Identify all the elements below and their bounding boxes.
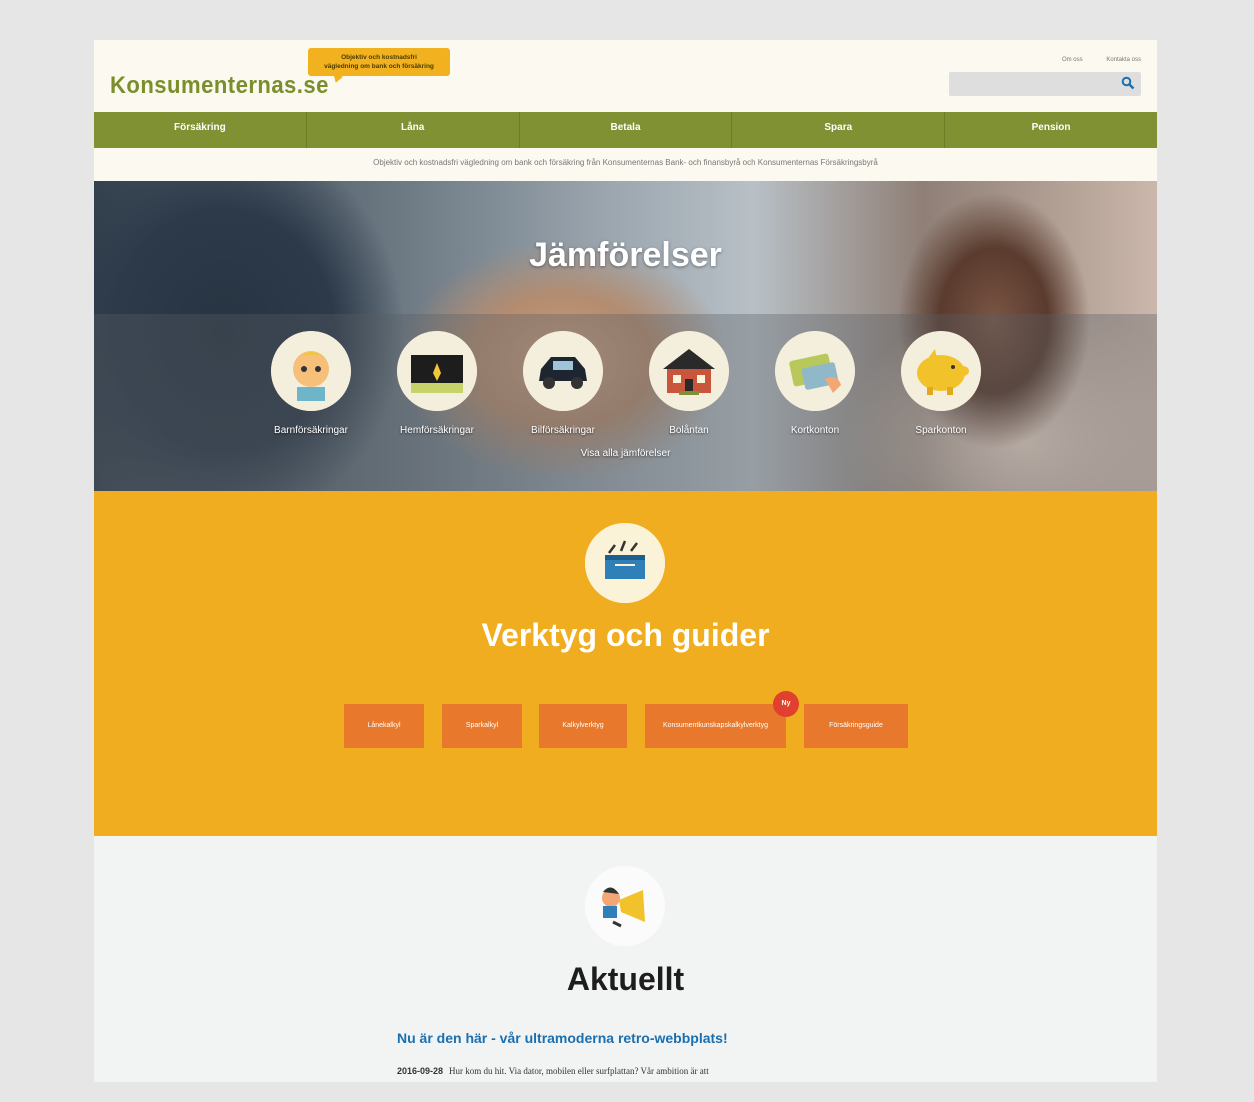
site-logo[interactable]: Konsumenternas.se [110, 72, 329, 100]
article-excerpt: 2016-09-28 Hur kom du hit. Via dator, mob… [397, 1066, 709, 1076]
header: Konsumenternas.se Objektiv och kostnadsf… [94, 40, 1157, 112]
new-badge: Ny [773, 691, 799, 717]
comparison-barnforsakringar[interactable]: Barnförsäkringar [251, 331, 371, 436]
comparison-label: Hemförsäkringar [400, 425, 474, 436]
nav-item-pension[interactable]: Pension [945, 112, 1157, 148]
car-icon [523, 331, 603, 411]
search-icon[interactable] [1121, 76, 1135, 90]
tools-section: Verktyg och guider Lånekalkyl Sparkalkyl… [94, 491, 1157, 836]
megaphone-icon [585, 866, 665, 946]
child-icon [271, 331, 351, 411]
card-icon [775, 331, 855, 411]
nav-item-lana[interactable]: Låna [307, 112, 520, 148]
comparison-label: Kortkonton [790, 425, 840, 436]
comparison-kortkonton[interactable]: Kortkonton [755, 331, 875, 436]
comparison-bilforsakringar[interactable]: Bilförsäkringar [503, 331, 623, 436]
page: Konsumenternas.se Objektiv och kostnadsf… [94, 40, 1157, 1082]
tagline: Objektiv och kostnadsfri vägledning om b… [94, 148, 1157, 182]
tool-button-kalkylverktyg[interactable]: Kalkylverktyg [539, 704, 627, 748]
tool-button-lanekalkyl[interactable]: Lånekalkyl [344, 704, 424, 748]
main-nav: Försäkring Låna Betala Spara Pension [94, 112, 1157, 148]
bubble-line-2: vägledning om bank och försäkring [324, 63, 434, 70]
logo-speech-bubble: Objektiv och kostnadsfri vägledning om b… [308, 48, 450, 76]
news-title: Aktuellt [566, 961, 685, 997]
toolbox-icon [585, 523, 665, 603]
article-date: 2016-09-28 [397, 1066, 444, 1076]
tool-button-konsumentkunskap[interactable]: Konsumentkunskapskalkylverktyg [645, 704, 786, 748]
house-icon [649, 331, 729, 411]
comparison-label: Barnförsäkringar [274, 425, 348, 436]
link-contact[interactable]: Kontakta oss [1106, 57, 1141, 63]
tools-title: Verktyg och guider [481, 617, 770, 653]
piggy-bank-icon [901, 331, 981, 411]
comparison-label: Bilförsäkringar [531, 425, 595, 436]
link-about[interactable]: Om oss [1062, 57, 1083, 63]
article-text: Hur kom du hit. Via dator, mobilen eller… [449, 1066, 709, 1076]
home-insurance-icon [397, 331, 477, 411]
news-section: Aktuellt Nu är den här - vår ultramodern… [94, 836, 1157, 1082]
comparison-label: Sparkonton [915, 425, 967, 436]
nav-item-betala[interactable]: Betala [520, 112, 733, 148]
comparison-bolantan[interactable]: Bolåntan [629, 331, 749, 436]
nav-item-forsakring[interactable]: Försäkring [94, 112, 307, 148]
comparison-sparkonton[interactable]: Sparkonton [881, 331, 1001, 436]
tool-button-forsakringsguide[interactable]: Försäkringsguide [804, 704, 908, 748]
comparison-label: Bolåntan [669, 425, 709, 436]
tool-button-sparkalkyl[interactable]: Sparkalkyl [442, 704, 522, 748]
bubble-line-1: Objektiv och kostnadsfri [341, 54, 417, 61]
comparison-hemforsakringar[interactable]: Hemförsäkringar [377, 331, 497, 436]
search-input[interactable] [949, 72, 1141, 96]
nav-item-spara[interactable]: Spara [732, 112, 946, 148]
article-title-link[interactable]: Nu är den här - vår ultramoderna retro-w… [397, 1030, 728, 1046]
top-links: Om oss Kontakta oss [1040, 57, 1141, 63]
show-all-comparisons-link[interactable]: Visa alla jämförelser [94, 448, 1157, 459]
hero-title: Jämförelser [529, 236, 722, 274]
comparisons-hero: Jämförelser Barnförsäkringar Hemförsäkri… [94, 181, 1157, 491]
